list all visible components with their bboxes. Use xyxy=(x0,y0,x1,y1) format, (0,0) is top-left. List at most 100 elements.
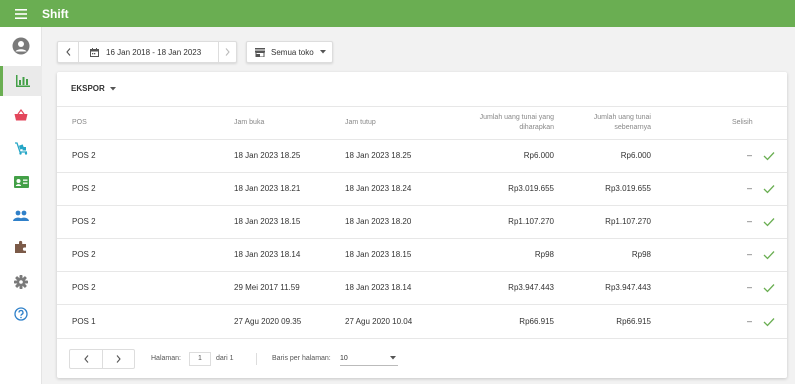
header-expected-line1: Jumlah uang tunai yang xyxy=(479,114,554,121)
cell-pos: POS 2 xyxy=(72,250,96,259)
check-icon xyxy=(763,318,775,327)
pagination-controls xyxy=(69,349,135,369)
divider xyxy=(57,172,787,173)
app-bar: Shift xyxy=(0,0,795,27)
cell-expected-cash: Rp66.915 xyxy=(519,317,554,326)
cell-open-time: 27 Agu 2020 09.35 xyxy=(234,317,302,326)
cell-pos: POS 2 xyxy=(72,184,96,193)
chevron-right-icon xyxy=(116,355,121,363)
sidebar-item-integrations[interactable] xyxy=(0,232,42,262)
rows-per-page-value: 10 xyxy=(340,354,348,362)
cell-close-time: 27 Agu 2020 10.04 xyxy=(345,317,413,326)
cell-close-time: 18 Jan 2023 18.25 xyxy=(345,151,412,160)
prev-page-button[interactable] xyxy=(70,350,102,368)
chevron-right-icon xyxy=(225,48,230,56)
cell-open-time: 18 Jan 2023 18.21 xyxy=(234,184,301,193)
cell-difference: – xyxy=(747,183,753,193)
check-icon xyxy=(763,185,775,194)
header-close-time: Jam tutup xyxy=(345,119,376,126)
cell-pos: POS 1 xyxy=(72,317,96,326)
help-icon xyxy=(14,307,28,321)
cell-difference: – xyxy=(747,282,753,292)
cell-actual-cash: Rp98 xyxy=(631,250,651,259)
hamburger-icon xyxy=(15,8,27,19)
employee-card-icon xyxy=(13,176,29,188)
store-icon xyxy=(255,47,265,57)
check-icon xyxy=(763,251,775,260)
sidebar-item-employees[interactable] xyxy=(0,167,42,197)
check-icon xyxy=(763,152,775,161)
cell-expected-cash: Rp3.947.443 xyxy=(508,283,554,292)
shift-report-card: EKSPOR POS Jam buka Jam tutup Jumlah uan… xyxy=(57,72,787,378)
cell-difference: – xyxy=(747,216,753,226)
divider xyxy=(57,139,787,140)
store-basket-icon xyxy=(14,109,28,121)
reports-icon xyxy=(15,75,30,87)
page-label: Halaman: xyxy=(151,355,181,362)
sidebar-item-items[interactable] xyxy=(0,100,42,130)
header-expected-line2: diharapkan xyxy=(519,124,554,131)
next-page-button[interactable] xyxy=(102,350,134,368)
check-icon xyxy=(763,218,775,227)
cell-difference: – xyxy=(747,249,753,259)
dropdown-arrow-icon xyxy=(390,356,396,360)
sidebar-item-customers[interactable] xyxy=(0,200,42,230)
cell-pos: POS 2 xyxy=(72,283,96,292)
cell-open-time: 18 Jan 2023 18.25 xyxy=(234,151,301,160)
cell-expected-cash: Rp6.000 xyxy=(523,151,554,160)
inventory-icon xyxy=(15,141,28,155)
cell-pos: POS 2 xyxy=(72,151,96,160)
cell-difference: – xyxy=(747,150,753,160)
cell-difference: – xyxy=(747,316,753,326)
header-difference: Selisih xyxy=(732,119,753,126)
sidebar-item-inventory[interactable] xyxy=(0,133,42,163)
dropdown-arrow-icon xyxy=(109,86,116,90)
rows-per-page-select[interactable]: 10 xyxy=(340,351,398,366)
export-button[interactable]: EKSPOR xyxy=(71,84,116,93)
header-actual-cash: Jumlah uang tunai sebenarnya xyxy=(557,113,651,133)
date-range-picker[interactable]: 16 Jan 2018 - 18 Jan 2023 xyxy=(78,42,218,62)
export-label: EKSPOR xyxy=(71,84,105,93)
sidebar xyxy=(0,27,42,384)
cell-open-time: 18 Jan 2023 18.15 xyxy=(234,217,301,226)
store-filter[interactable]: Semua toko xyxy=(246,41,333,63)
integrations-icon xyxy=(15,240,26,253)
prev-period-button[interactable] xyxy=(58,42,78,62)
header-actual-line1: Jumlah uang tunai xyxy=(593,114,651,121)
cell-actual-cash: Rp3.947.443 xyxy=(605,283,651,292)
cell-actual-cash: Rp66.915 xyxy=(616,317,651,326)
divider xyxy=(57,338,787,339)
divider xyxy=(57,238,787,239)
cell-expected-cash: Rp98 xyxy=(534,250,554,259)
calendar-icon xyxy=(90,47,99,57)
sidebar-item-reports[interactable] xyxy=(0,66,42,96)
rows-per-page-label: Baris per halaman: xyxy=(272,355,331,362)
next-period-button[interactable] xyxy=(218,42,236,62)
check-icon xyxy=(763,284,775,293)
sidebar-item-help[interactable] xyxy=(0,299,42,329)
chevron-left-icon xyxy=(83,355,88,363)
header-open-time: Jam buka xyxy=(234,119,265,126)
account-icon xyxy=(12,37,30,55)
sidebar-item-account[interactable] xyxy=(0,31,42,61)
cell-pos: POS 2 xyxy=(72,217,96,226)
customers-icon xyxy=(13,210,29,221)
dropdown-arrow-icon xyxy=(319,50,326,54)
page-count: dari 1 xyxy=(216,355,234,362)
menu-button[interactable] xyxy=(0,0,42,27)
divider xyxy=(57,205,787,206)
divider xyxy=(57,106,787,107)
cell-actual-cash: Rp3.019.655 xyxy=(605,184,651,193)
cell-open-time: 18 Jan 2023 18.14 xyxy=(234,250,301,259)
sidebar-item-settings[interactable] xyxy=(0,267,42,297)
header-expected-cash: Jumlah uang tunai yang diharapkan xyxy=(437,113,554,133)
divider xyxy=(57,304,787,305)
cell-actual-cash: Rp1.107.270 xyxy=(605,217,651,226)
cell-close-time: 18 Jan 2023 18.20 xyxy=(345,217,412,226)
page-number-input[interactable]: 1 xyxy=(189,352,211,366)
header-pos: POS xyxy=(72,119,87,126)
date-range-text: 16 Jan 2018 - 18 Jan 2023 xyxy=(106,47,202,57)
divider xyxy=(57,271,787,272)
cell-open-time: 29 Mei 2017 11.59 xyxy=(234,283,300,292)
date-range-filter: 16 Jan 2018 - 18 Jan 2023 xyxy=(57,41,237,63)
